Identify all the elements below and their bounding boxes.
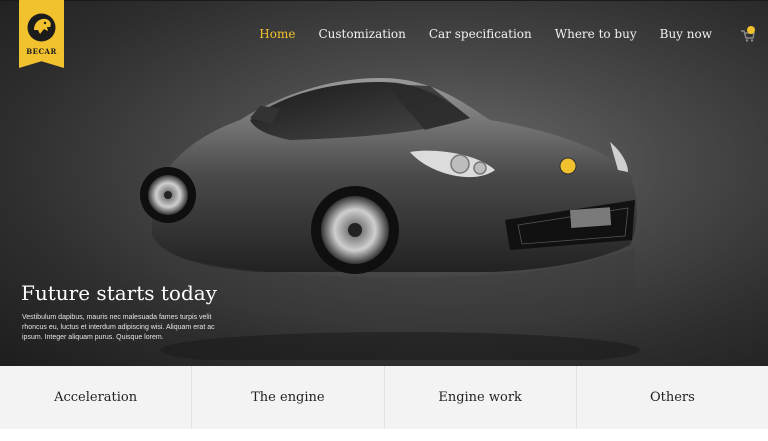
feature-label: Others bbox=[649, 390, 695, 405]
nav-item-home[interactable]: Home bbox=[259, 27, 295, 41]
feature-label: Acceleration bbox=[54, 390, 138, 405]
cart-badge bbox=[747, 26, 755, 34]
nav-item-customization[interactable]: Customization bbox=[318, 27, 405, 41]
hero-title: Future starts today bbox=[21, 281, 217, 305]
feature-label: The engine bbox=[251, 390, 325, 405]
feature-the-engine[interactable]: The engine bbox=[192, 366, 385, 429]
nav-item-buy-now[interactable]: Buy now bbox=[660, 27, 712, 41]
feature-others[interactable]: Others bbox=[577, 366, 768, 429]
feature-label: Engine work bbox=[438, 390, 522, 405]
feature-tabs: Acceleration The engine Engine work Othe… bbox=[0, 366, 768, 429]
lion-icon bbox=[27, 13, 56, 42]
main-nav: Home Customization Car specification Whe… bbox=[259, 27, 712, 41]
feature-engine-work[interactable]: Engine work bbox=[385, 366, 577, 429]
top-border bbox=[0, 0, 768, 1]
brand-logo[interactable]: BECAR bbox=[19, 0, 64, 68]
nav-item-car-specification[interactable]: Car specification bbox=[429, 27, 532, 41]
nav-item-where-to-buy[interactable]: Where to buy bbox=[555, 27, 637, 41]
brand-name: BECAR bbox=[26, 47, 57, 56]
hero-section: BECAR Home Customization Car specificati… bbox=[0, 0, 768, 366]
hero-text: Vestibulum dapibus, mauris nec malesuada… bbox=[22, 314, 215, 341]
page-bottom bbox=[0, 429, 768, 441]
feature-acceleration[interactable]: Acceleration bbox=[0, 366, 193, 429]
